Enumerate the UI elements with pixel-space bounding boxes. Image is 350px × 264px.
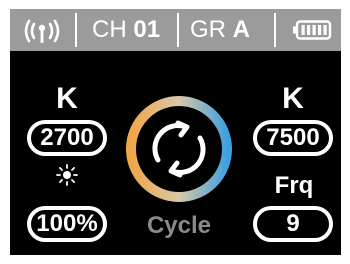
channel-label: CH [92, 16, 127, 43]
channel-indicator: CH 01 [92, 15, 160, 45]
group-value: A [232, 16, 251, 43]
cycle-mode-dial[interactable] [124, 94, 234, 204]
wireless-signal-icon [24, 19, 60, 43]
frequency-value[interactable]: 9 [253, 206, 333, 242]
device-screen: CH 01 GR A K 2700 100% Cycle K 7500 Frq … [10, 9, 341, 255]
start-kelvin-value[interactable]: 2700 [27, 120, 107, 156]
cycle-arrows-icon [152, 120, 206, 178]
status-divider [274, 13, 276, 47]
channel-value: 01 [133, 16, 161, 43]
end-kelvin-value[interactable]: 7500 [253, 120, 333, 156]
mode-label: Cycle [146, 212, 212, 239]
frequency-label: Frq [274, 172, 314, 199]
group-label: GR [190, 16, 226, 43]
status-bar: CH 01 GR A [10, 9, 341, 51]
sun-icon [56, 164, 78, 186]
group-indicator: GR A [190, 15, 250, 45]
brightness-value[interactable]: 100% [27, 206, 107, 242]
battery-full-icon [293, 20, 332, 40]
right-kelvin-label: K [282, 82, 304, 115]
status-divider [75, 13, 77, 47]
status-divider [177, 13, 179, 47]
left-kelvin-label: K [56, 82, 78, 115]
